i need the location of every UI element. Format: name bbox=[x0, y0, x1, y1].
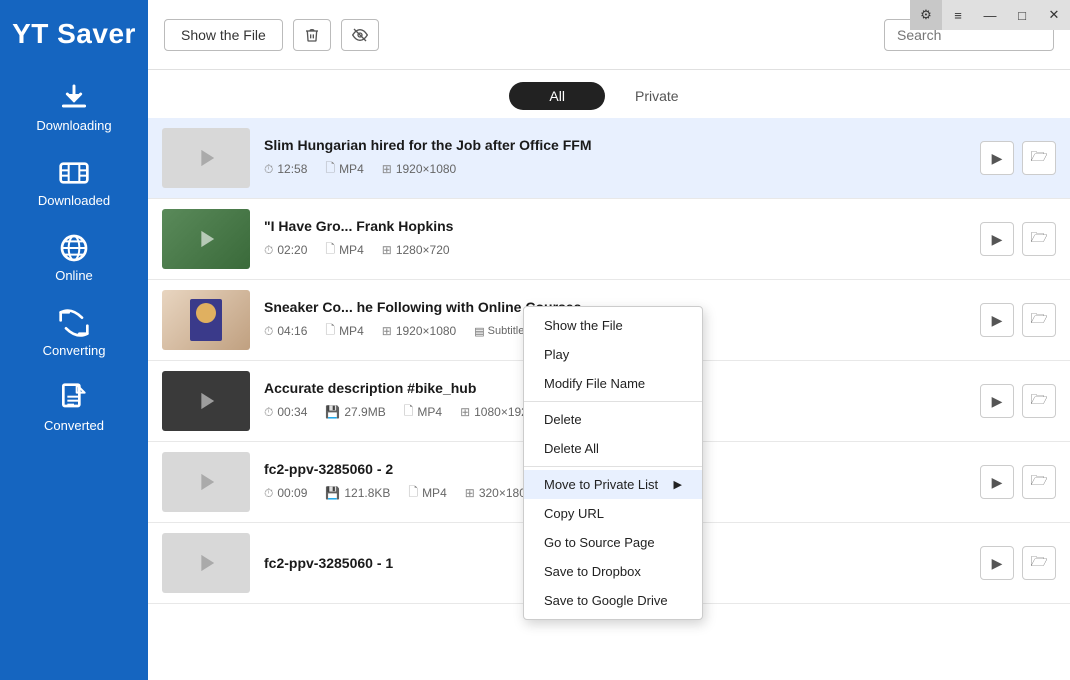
gear-button[interactable]: ⚙ bbox=[910, 0, 942, 30]
sidebar-label-converting: Converting bbox=[43, 343, 106, 358]
item-meta: ⏱02:20 🗋MP4 ⊞1280×720 bbox=[264, 240, 966, 261]
ctx-copy-url[interactable]: Copy URL bbox=[524, 499, 702, 528]
sidebar-label-downloaded: Downloaded bbox=[38, 193, 110, 208]
item-title: Slim Hungarian hired for the Job after O… bbox=[264, 137, 966, 153]
subtitle-icon: ▤ bbox=[474, 325, 484, 338]
globe-icon bbox=[58, 232, 90, 264]
folder-button[interactable]: 🗁 bbox=[1022, 303, 1056, 337]
tabbar: All Private bbox=[148, 70, 1070, 118]
sidebar: YT Saver Downloading Downloaded bbox=[0, 0, 148, 680]
download-icon bbox=[58, 82, 90, 114]
folder-button[interactable]: 🗁 bbox=[1022, 222, 1056, 256]
play-placeholder-icon bbox=[192, 144, 220, 172]
thumbnail bbox=[162, 209, 250, 269]
item-actions: ▶ 🗁 bbox=[980, 384, 1056, 418]
thumbnail bbox=[162, 371, 250, 431]
list-item[interactable]: "I Have Gro... Frank Hopkins ⏱02:20 🗋MP4… bbox=[148, 199, 1070, 280]
minimize-button[interactable]: — bbox=[974, 0, 1006, 30]
tab-private[interactable]: Private bbox=[605, 82, 709, 110]
delete-icon-button[interactable] bbox=[293, 19, 331, 51]
item-actions: ▶ 🗁 bbox=[980, 222, 1056, 256]
ctx-move-private[interactable]: Move to Private List ▶ bbox=[524, 470, 702, 499]
sidebar-item-downloading[interactable]: Downloading bbox=[0, 68, 148, 143]
thumbnail bbox=[162, 128, 250, 188]
item-actions: ▶ 🗁 bbox=[980, 465, 1056, 499]
convert-icon bbox=[58, 307, 90, 339]
subtitle-badge: ▤ Subtitle bbox=[474, 325, 524, 338]
folder-button[interactable]: 🗁 bbox=[1022, 465, 1056, 499]
play-placeholder-icon bbox=[192, 549, 220, 577]
main-content: ⚙ ≡ — □ ✕ Show the File All Pri bbox=[148, 0, 1070, 680]
play-button[interactable]: ▶ bbox=[980, 303, 1014, 337]
ctx-show-file[interactable]: Show the File bbox=[524, 311, 702, 340]
ctx-save-dropbox[interactable]: Save to Dropbox bbox=[524, 557, 702, 586]
play-placeholder-icon bbox=[192, 225, 220, 253]
item-actions: ▶ 🗁 bbox=[980, 546, 1056, 580]
item-info: "I Have Gro... Frank Hopkins ⏱02:20 🗋MP4… bbox=[250, 218, 980, 261]
show-file-button[interactable]: Show the File bbox=[164, 19, 283, 51]
sidebar-item-converting[interactable]: Converting bbox=[0, 293, 148, 368]
sidebar-item-converted[interactable]: Converted bbox=[0, 368, 148, 443]
arrow-icon: ▶ bbox=[674, 478, 682, 491]
item-info: Slim Hungarian hired for the Job after O… bbox=[250, 137, 980, 180]
close-button[interactable]: ✕ bbox=[1038, 0, 1070, 30]
video-list: Slim Hungarian hired for the Job after O… bbox=[148, 118, 1070, 680]
play-button[interactable]: ▶ bbox=[980, 384, 1014, 418]
sidebar-label-converted: Converted bbox=[44, 418, 104, 433]
maximize-button[interactable]: □ bbox=[1006, 0, 1038, 30]
item-actions: ▶ 🗁 bbox=[980, 303, 1056, 337]
play-placeholder-icon bbox=[192, 387, 220, 415]
play-button[interactable]: ▶ bbox=[980, 546, 1014, 580]
ctx-delete-all[interactable]: Delete All bbox=[524, 434, 702, 463]
ctx-modify-name[interactable]: Modify File Name bbox=[524, 369, 702, 398]
app-title: YT Saver bbox=[0, 0, 148, 68]
context-menu: Show the File Play Modify File Name Dele… bbox=[523, 306, 703, 620]
eye-slash-button[interactable] bbox=[341, 19, 379, 51]
menu-button[interactable]: ≡ bbox=[942, 0, 974, 30]
thumbnail bbox=[162, 452, 250, 512]
doc-icon bbox=[58, 382, 90, 414]
folder-button[interactable]: 🗁 bbox=[1022, 384, 1056, 418]
tab-all[interactable]: All bbox=[509, 82, 605, 110]
ctx-play[interactable]: Play bbox=[524, 340, 702, 369]
thumbnail bbox=[162, 290, 250, 350]
play-button[interactable]: ▶ bbox=[980, 141, 1014, 175]
ctx-delete[interactable]: Delete bbox=[524, 405, 702, 434]
play-button[interactable]: ▶ bbox=[980, 222, 1014, 256]
trash-icon bbox=[304, 27, 320, 43]
item-meta: ⏱12:58 🗋MP4 ⊞1920×1080 bbox=[264, 159, 966, 180]
list-item[interactable]: Slim Hungarian hired for the Job after O… bbox=[148, 118, 1070, 199]
play-button[interactable]: ▶ bbox=[980, 465, 1014, 499]
window-controls: ⚙ ≡ — □ ✕ bbox=[910, 0, 1070, 30]
ctx-save-gdrive[interactable]: Save to Google Drive bbox=[524, 586, 702, 615]
folder-button[interactable]: 🗁 bbox=[1022, 546, 1056, 580]
ctx-separator bbox=[524, 401, 702, 402]
ctx-separator-2 bbox=[524, 466, 702, 467]
folder-button[interactable]: 🗁 bbox=[1022, 141, 1056, 175]
eye-slash-icon bbox=[352, 27, 368, 43]
thumbnail bbox=[162, 533, 250, 593]
ctx-go-source[interactable]: Go to Source Page bbox=[524, 528, 702, 557]
item-actions: ▶ 🗁 bbox=[980, 141, 1056, 175]
sidebar-item-online[interactable]: Online bbox=[0, 218, 148, 293]
film-icon bbox=[58, 157, 90, 189]
ctx-move-private-wrapper: Move to Private List ▶ bbox=[524, 470, 702, 499]
play-placeholder-icon bbox=[192, 468, 220, 496]
item-title: "I Have Gro... Frank Hopkins bbox=[264, 218, 966, 234]
sidebar-item-downloaded[interactable]: Downloaded bbox=[0, 143, 148, 218]
sidebar-label-downloading: Downloading bbox=[36, 118, 111, 133]
sidebar-label-online: Online bbox=[55, 268, 93, 283]
